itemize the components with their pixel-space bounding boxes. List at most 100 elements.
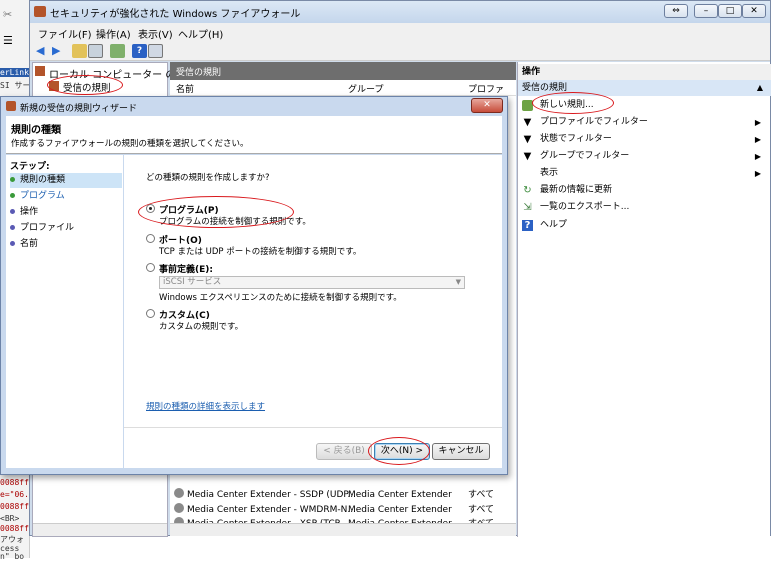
step-label: プログラム [20, 191, 65, 201]
bg-code-line: 0088ff [0, 524, 29, 533]
option-predefined-desc: Windows エクスペリエンスのために接続を制御する規則です。 [159, 293, 402, 303]
bg-code-line: erLink P [0, 68, 39, 77]
menu-view[interactable]: 表示(V) [138, 26, 173, 41]
option-port-desc: TCP または UDP ポートの接続を制御する規則です。 [159, 247, 362, 257]
new-rule-icon [522, 100, 533, 111]
dropdown-arrow-icon: ▼ [455, 278, 461, 286]
show-hide-tree-icon[interactable] [88, 44, 103, 58]
refresh-icon: ↻ [523, 185, 532, 196]
table-row[interactable]: Media Center Extender - SSDP (UDP... Med… [170, 488, 516, 503]
action-refresh[interactable]: ↻ 最新の情報に更新 [518, 182, 771, 199]
collapse-icon[interactable]: ▲ [757, 80, 763, 96]
submenu-arrow-icon: ▶ [754, 152, 761, 161]
step-label: プロファイル [20, 223, 75, 233]
radio-port[interactable] [146, 234, 155, 243]
action-label: ヘルプ [540, 220, 568, 230]
wizard-content: どの種類の規則を作成しますか? プログラム(P) プログラムの接続を制御する規則… [124, 155, 502, 468]
next-button[interactable]: 次へ(N) > [374, 443, 430, 460]
column-profile[interactable]: プロファ [468, 82, 504, 95]
action-help[interactable]: ? ヘルプ [518, 217, 771, 234]
bg-code-line: 0088ff [0, 502, 29, 511]
maximize-button[interactable]: □ [718, 4, 742, 18]
filter-icon: ▼ [523, 134, 532, 145]
rule-type-question: どの種類の規則を作成しますか? [146, 173, 270, 183]
tree-inbound-rules[interactable]: 受信の規則 [63, 80, 111, 94]
button-divider [124, 427, 502, 428]
rule-name: Media Center Extender - WMDRM-N... [187, 505, 356, 515]
inbound-rules-icon [49, 81, 59, 91]
step-action: 操作 [10, 205, 38, 220]
radio-program[interactable] [146, 204, 155, 213]
option-predefined-title[interactable]: 事前定義(E): [159, 262, 213, 275]
step-profile: プロファイル [10, 221, 74, 236]
export-icon: ⇲ [523, 202, 532, 213]
menu-action[interactable]: 操作(A) [96, 26, 131, 41]
forward-icon[interactable]: ▶ [52, 44, 67, 58]
rule-type-help-link[interactable]: 規則の種類の詳細を表示します [146, 400, 265, 412]
wizard-steps: ステップ: 規則の種類 プログラム 操作 プロファイル 名前 [6, 155, 123, 468]
step-label: 操作 [20, 207, 39, 217]
menu-bar: ファイル(F) 操作(A) 表示(V) ヘルプ(H) [30, 23, 770, 41]
window-title: セキュリティが強化された Windows ファイアウォール [50, 9, 301, 20]
bg-code-line: <BR> [0, 514, 20, 523]
option-program-desc: プログラムの接続を制御する規則です。 [159, 217, 311, 227]
step-label: 名前 [20, 239, 39, 249]
dialog-header: 規則の種類 作成するファイアウォールの規則の種類を選択してください。 [6, 116, 502, 154]
step-current-icon [10, 177, 15, 182]
radio-custom[interactable] [146, 309, 155, 318]
center-title: 受信の規則 [176, 68, 222, 78]
cancel-button[interactable]: キャンセル [432, 443, 490, 460]
tree-root[interactable]: ローカル コンピューター のセ [49, 66, 185, 81]
back-button[interactable]: < 戻る(B) [316, 443, 372, 460]
dialog-title-bar: 新規の受信の規則ウィザード [1, 97, 507, 115]
up-folder-icon[interactable] [72, 44, 87, 58]
actions-section-inbound[interactable]: 受信の規則 ▲ [518, 80, 771, 96]
help-icon: ? [522, 220, 533, 231]
rule-group: Media Center Extender [348, 490, 452, 500]
bg-code-line: 0088ff [0, 478, 29, 487]
tree-h-scrollbar[interactable] [33, 523, 167, 536]
column-group[interactable]: グループ [348, 82, 383, 95]
table-row[interactable]: Media Center Extender - WMDRM-N... Media… [170, 503, 516, 518]
option-custom-desc: カスタムの規則です。 [159, 322, 244, 332]
restore-layout-button[interactable]: ⇔ [664, 4, 688, 18]
toolbar: ◀ ▶ ? [30, 41, 770, 61]
minimize-button[interactable]: – [694, 4, 718, 18]
step-icon [10, 193, 15, 198]
action-export[interactable]: ⇲ 一覧のエクスポート... [518, 199, 771, 216]
submenu-arrow-icon: ▶ [754, 169, 761, 178]
back-icon[interactable]: ◀ [36, 44, 51, 58]
column-headers: 名前 グループ プロファ [170, 80, 516, 96]
wizard-icon [6, 101, 16, 111]
dialog-close-button[interactable]: ✕ [471, 98, 503, 113]
action-label: 最新の情報に更新 [540, 185, 613, 195]
action-label: 新しい規則... [540, 100, 594, 110]
action-view[interactable]: 表示 ▶ [518, 165, 771, 182]
action-filter-profile[interactable]: ▼ プロファイルでフィルター ▶ [518, 114, 771, 131]
title-bar: セキュリティが強化された Windows ファイアウォール ⇔ – □ ✕ [30, 1, 770, 23]
action-new-rule[interactable]: 新しい規則... [518, 97, 771, 114]
menu-help[interactable]: ヘルプ(H) [178, 26, 223, 41]
properties-icon[interactable] [148, 44, 163, 58]
action-filter-state[interactable]: ▼ 状態でフィルター ▶ [518, 131, 771, 148]
radio-predefined[interactable] [146, 263, 155, 272]
column-name[interactable]: 名前 [176, 82, 194, 95]
close-button[interactable]: ✕ [742, 4, 766, 18]
menu-file[interactable]: ファイル(F) [38, 26, 92, 41]
export-toolbar-icon[interactable] [110, 44, 125, 58]
help-toolbar-icon[interactable]: ? [132, 44, 147, 58]
steps-label: ステップ: [10, 162, 50, 172]
step-label: 規則の種類 [20, 175, 66, 185]
action-filter-group[interactable]: ▼ グループでフィルター ▶ [518, 148, 771, 165]
step-program: プログラム [10, 189, 65, 204]
rules-h-scrollbar[interactable] [170, 523, 516, 536]
rule-profile: すべて [468, 505, 495, 515]
action-label: グループでフィルター [540, 151, 630, 161]
predefined-combo[interactable]: iSCSI サービス ▼ [159, 276, 465, 289]
step-icon [10, 225, 15, 230]
firewall-root-icon [35, 66, 45, 76]
new-inbound-rule-wizard: 新規の受信の規則ウィザード ✕ 規則の種類 作成するファイアウォールの規則の種類… [0, 96, 508, 475]
dialog-heading: 規則の種類 [11, 125, 61, 136]
predefined-combo-value: iSCSI サービス [163, 277, 222, 287]
action-label: 一覧のエクスポート... [540, 202, 630, 212]
